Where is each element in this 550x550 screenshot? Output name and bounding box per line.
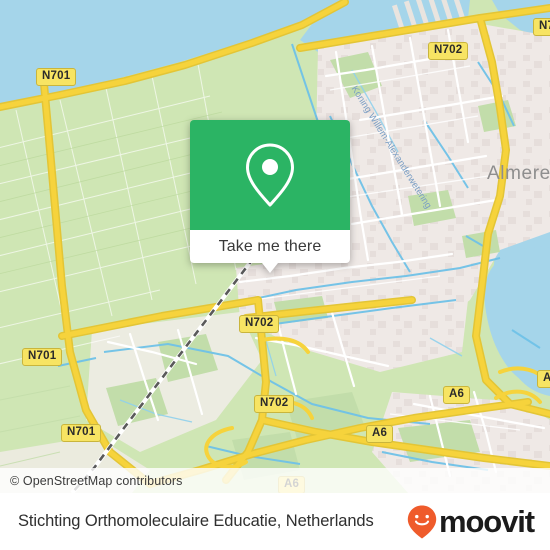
- road-shield-n701-north[interactable]: N701: [36, 68, 77, 87]
- location-callout-card[interactable]: Take me there: [190, 120, 350, 273]
- place-caption: Stichting Orthomoleculaire Educatie, Net…: [18, 512, 374, 530]
- map-pin-icon: [246, 143, 294, 207]
- road-shield-a6-east[interactable]: A6: [443, 386, 471, 405]
- road-shield-n702-centre[interactable]: N702: [239, 315, 280, 334]
- callout-header: [190, 120, 350, 230]
- map-canvas[interactable]: Almere Koning Willem-Alexanderwetering N…: [0, 0, 550, 493]
- road-shield-a6-centre[interactable]: A6: [366, 425, 394, 444]
- moovit-wordmark: moovit: [438, 504, 535, 539]
- road-shield-n701-west[interactable]: N701: [22, 348, 63, 367]
- osm-attribution-text[interactable]: © OpenStreetMap contributors: [0, 474, 183, 488]
- road-shield-n702-north[interactable]: N702: [428, 42, 469, 61]
- road-shield-a6-far-east[interactable]: A6: [537, 370, 550, 389]
- moovit-pin-icon: [407, 505, 437, 538]
- moovit-map-share-card: Almere Koning Willem-Alexanderwetering N…: [0, 0, 550, 550]
- callout-footer[interactable]: Take me there: [190, 230, 350, 273]
- road-shield-n702-northeast[interactable]: N702: [533, 18, 550, 37]
- osm-attribution-bar: © OpenStreetMap contributors: [0, 468, 550, 493]
- callout-pointer-tail: [262, 263, 278, 273]
- moovit-logo[interactable]: moovit: [406, 504, 535, 540]
- road-shield-n702-south[interactable]: N702: [254, 395, 295, 414]
- place-label-almere: Almere: [487, 163, 550, 184]
- footer-bar: Stichting Orthomoleculaire Educatie, Net…: [0, 493, 550, 550]
- road-shield-n701-southwest[interactable]: N701: [61, 424, 102, 443]
- take-me-there-label: Take me there: [218, 237, 322, 255]
